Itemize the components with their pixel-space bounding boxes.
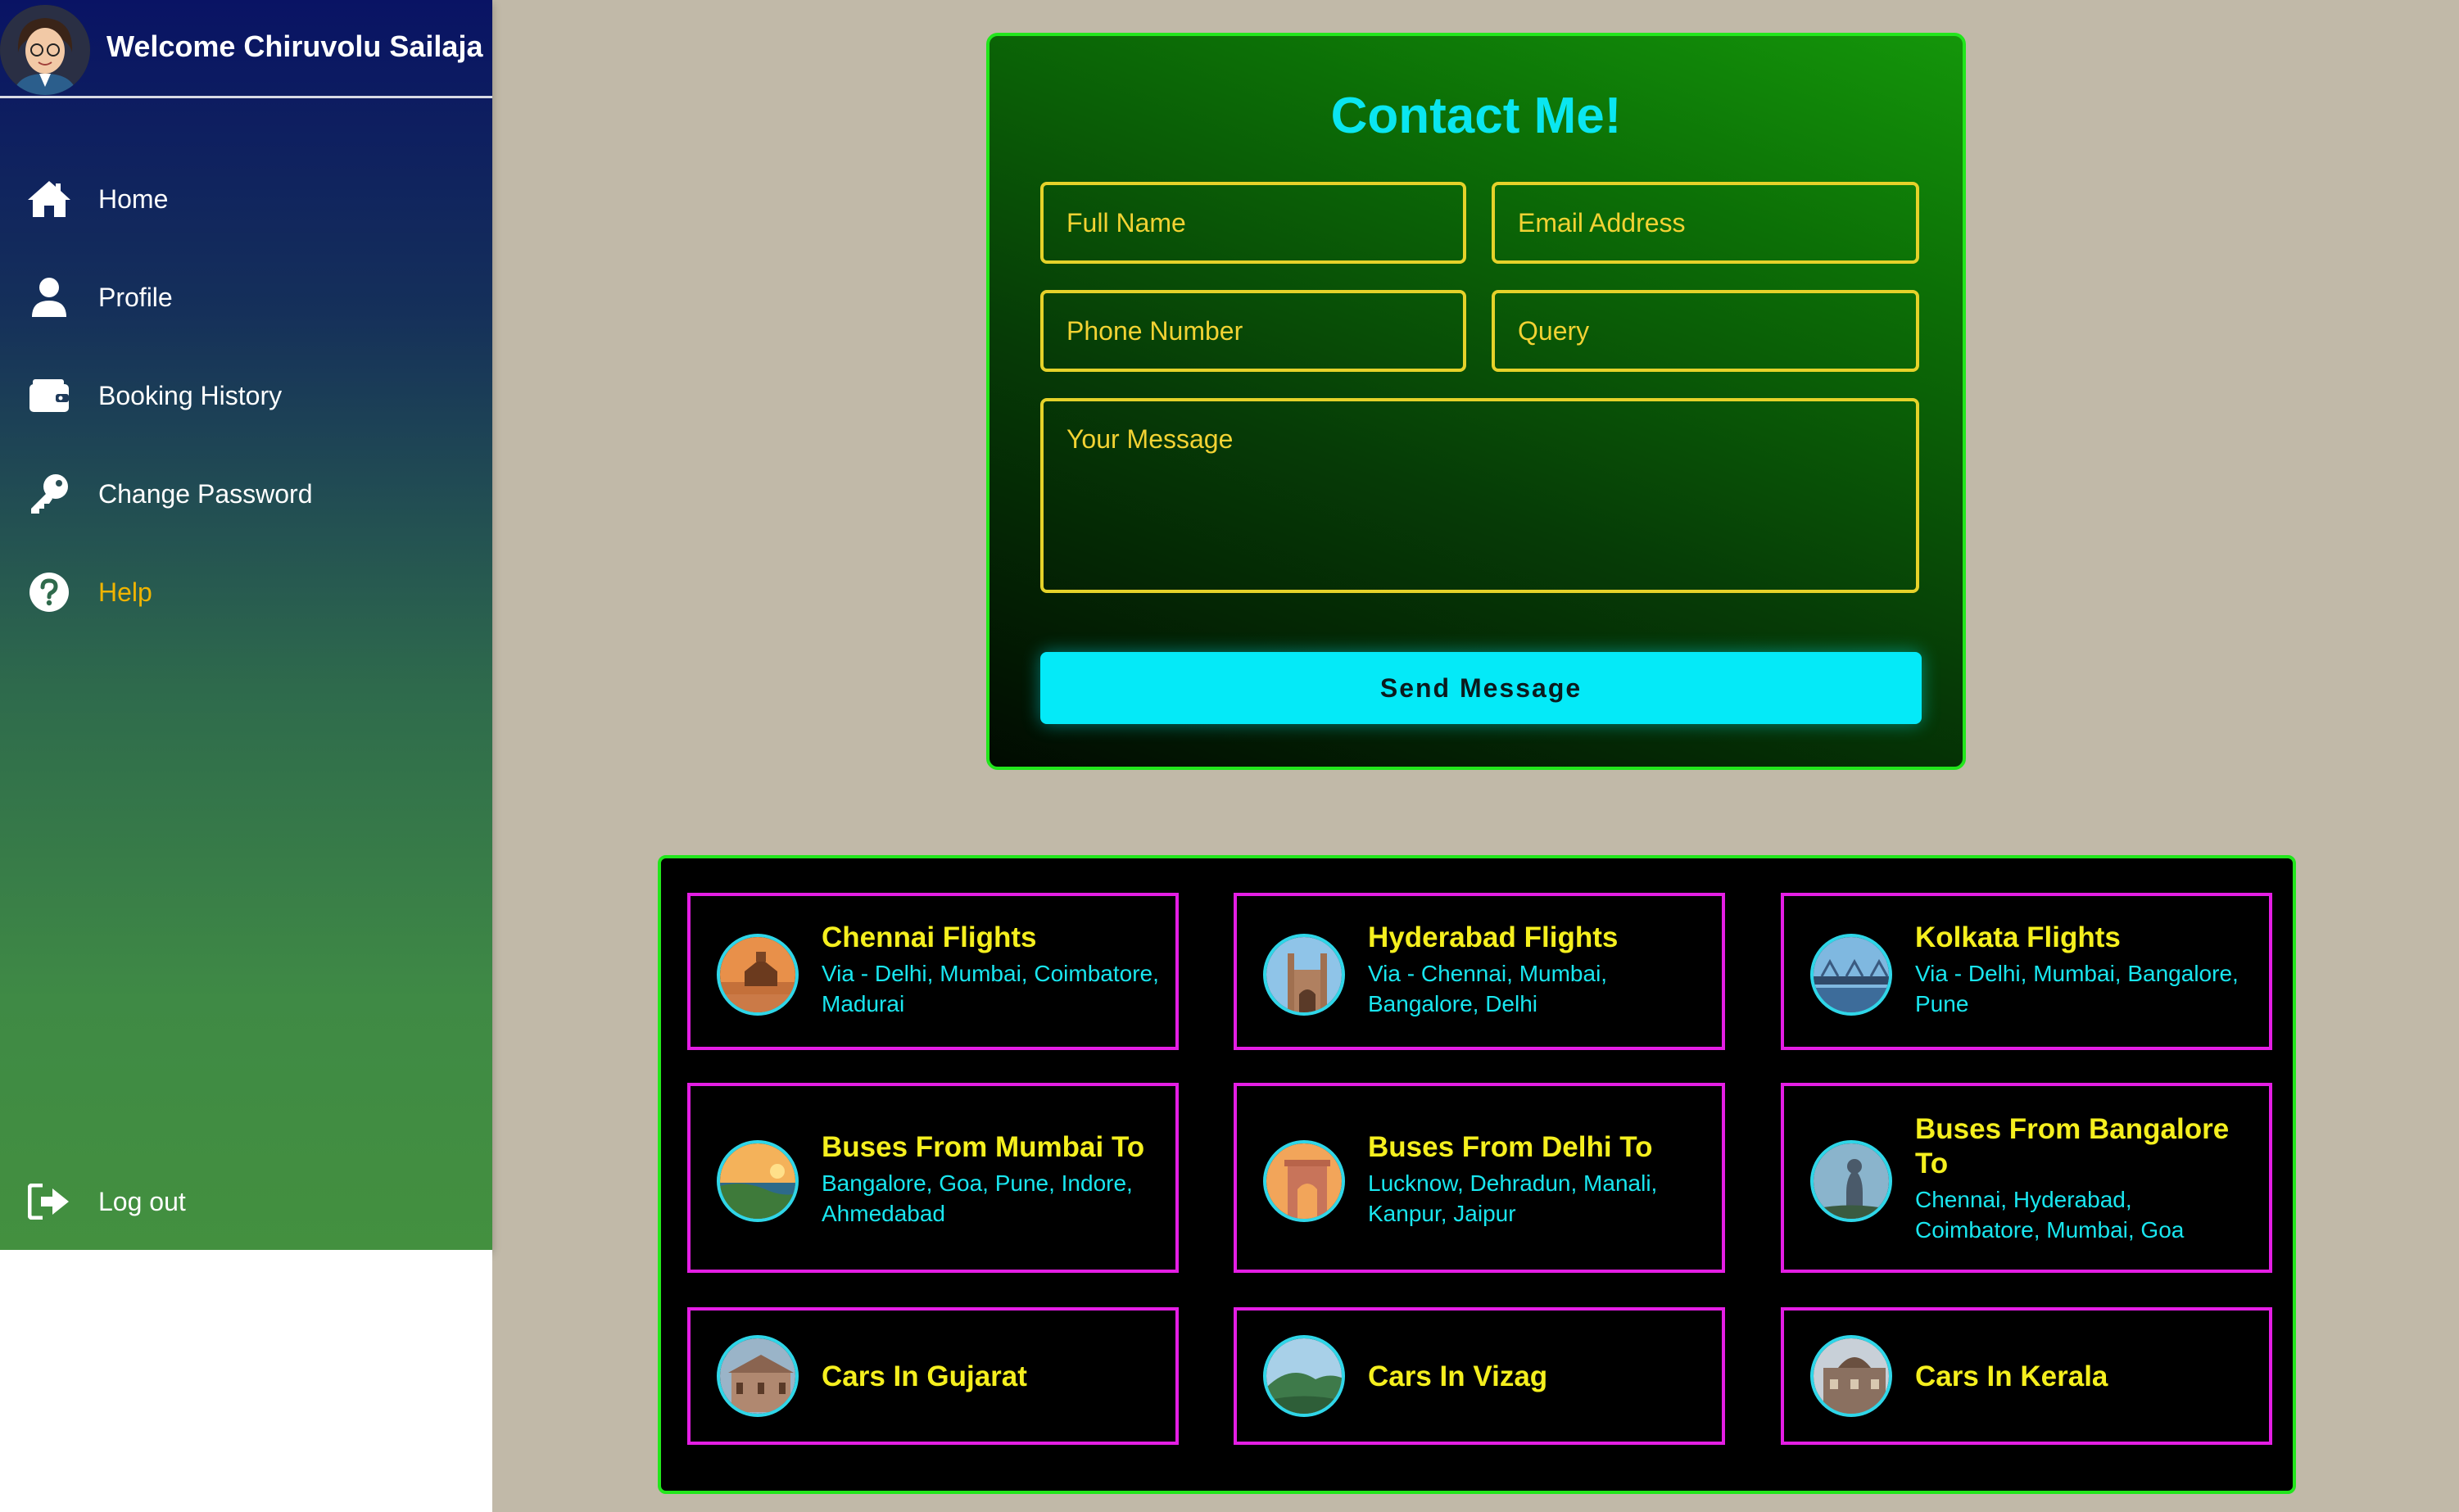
logout-label: Log out bbox=[98, 1186, 186, 1216]
send-message-button[interactable]: Send Message bbox=[1040, 652, 1922, 724]
tile-subtitle: Via - Delhi, Mumbai, Bangalore, Pune bbox=[1915, 961, 2239, 1016]
tile-cars-in-vizag[interactable]: Cars In Vizag bbox=[1234, 1307, 1725, 1445]
kerala-building-image bbox=[1810, 1335, 1892, 1417]
sidebar: Welcome Chiruvolu Sailaja Home Profile B… bbox=[0, 0, 492, 1250]
sidebar-item-label: Change Password bbox=[98, 478, 313, 509]
wallet-icon bbox=[25, 371, 74, 420]
tile-title: Cars In Vizag bbox=[1368, 1360, 1548, 1392]
key-icon bbox=[25, 469, 74, 518]
help-circle-icon bbox=[25, 568, 74, 617]
tile-title: Kolkata Flights bbox=[1915, 921, 2121, 953]
tile-title: Buses From Delhi To bbox=[1368, 1131, 1653, 1163]
tile-buses-from-bangalore[interactable]: Buses From Bangalore To Chennai, Hyderab… bbox=[1781, 1083, 2272, 1273]
sidebar-item-home[interactable]: Home bbox=[25, 170, 483, 228]
destinations-panel: Chennai Flights Via - Delhi, Mumbai, Coi… bbox=[658, 855, 2296, 1494]
mumbai-seafront-image bbox=[717, 1140, 799, 1222]
tile-cars-in-gujarat[interactable]: Cars In Gujarat bbox=[687, 1307, 1179, 1445]
query-input[interactable] bbox=[1492, 290, 1919, 372]
full-name-input[interactable] bbox=[1040, 182, 1466, 264]
tile-buses-from-delhi[interactable]: Buses From Delhi To Lucknow, Dehradun, M… bbox=[1234, 1083, 1725, 1273]
home-icon bbox=[25, 174, 74, 224]
sidebar-item-label: Help bbox=[98, 577, 152, 607]
tile-subtitle: Chennai, Hyderabad, Coimbatore, Mumbai, … bbox=[1915, 1187, 2185, 1243]
sidebar-item-change-password[interactable]: Change Password bbox=[25, 465, 483, 523]
tile-title: Cars In Gujarat bbox=[822, 1360, 1027, 1392]
tile-subtitle: Via - Delhi, Mumbai, Coimbatore, Madurai bbox=[822, 961, 1159, 1016]
tile-subtitle: Bangalore, Goa, Pune, Indore, Ahmedabad bbox=[822, 1170, 1133, 1226]
tile-title: Cars In Kerala bbox=[1915, 1360, 2108, 1392]
sidebar-item-label: Booking History bbox=[98, 380, 283, 410]
tile-subtitle: Via - Chennai, Mumbai, Bangalore, Delhi bbox=[1368, 961, 1608, 1016]
shiva-statue-image bbox=[1810, 1140, 1892, 1222]
sidebar-item-help[interactable]: Help bbox=[25, 564, 483, 621]
message-textarea[interactable] bbox=[1040, 398, 1919, 593]
sidebar-item-booking-history[interactable]: Booking History bbox=[25, 367, 483, 424]
phone-input[interactable] bbox=[1040, 290, 1466, 372]
chennai-temple-image bbox=[717, 934, 799, 1016]
howrah-bridge-image bbox=[1810, 934, 1892, 1016]
tile-buses-from-mumbai[interactable]: Buses From Mumbai To Bangalore, Goa, Pun… bbox=[687, 1083, 1179, 1273]
avatar[interactable] bbox=[0, 5, 90, 95]
gujarat-palace-image bbox=[717, 1335, 799, 1417]
email-input[interactable] bbox=[1492, 182, 1919, 264]
sidebar-item-label: Profile bbox=[98, 282, 173, 312]
sidebar-footer-space bbox=[0, 1250, 492, 1512]
logout-icon bbox=[25, 1177, 74, 1226]
tile-title: Buses From Mumbai To bbox=[822, 1131, 1145, 1163]
contact-title: Contact Me! bbox=[1330, 88, 1622, 144]
sidebar-header: Welcome Chiruvolu Sailaja bbox=[0, 0, 492, 98]
tile-chennai-flights[interactable]: Chennai Flights Via - Delhi, Mumbai, Coi… bbox=[687, 893, 1179, 1050]
tile-kolkata-flights[interactable]: Kolkata Flights Via - Delhi, Mumbai, Ban… bbox=[1781, 893, 2272, 1050]
sidebar-item-profile[interactable]: Profile bbox=[25, 269, 483, 326]
charminar-image bbox=[1263, 934, 1345, 1016]
contact-form-card: Contact Me! Send Message bbox=[986, 33, 1966, 770]
tile-hyderabad-flights[interactable]: Hyderabad Flights Via - Chennai, Mumbai,… bbox=[1234, 893, 1725, 1050]
tile-title: Buses From Bangalore To bbox=[1915, 1113, 2230, 1179]
user-icon bbox=[25, 273, 74, 322]
tile-title: Hyderabad Flights bbox=[1368, 921, 1619, 953]
tile-subtitle: Lucknow, Dehradun, Manali, Kanpur, Jaipu… bbox=[1368, 1170, 1658, 1226]
sidebar-item-label: Home bbox=[98, 183, 169, 214]
logout-button[interactable]: Log out bbox=[25, 1173, 483, 1230]
india-gate-image bbox=[1263, 1140, 1345, 1222]
tile-cars-in-kerala[interactable]: Cars In Kerala bbox=[1781, 1307, 2272, 1445]
tile-title: Chennai Flights bbox=[822, 921, 1037, 953]
welcome-text: Welcome Chiruvolu Sailaja bbox=[106, 29, 483, 63]
vizag-hills-image bbox=[1263, 1335, 1345, 1417]
